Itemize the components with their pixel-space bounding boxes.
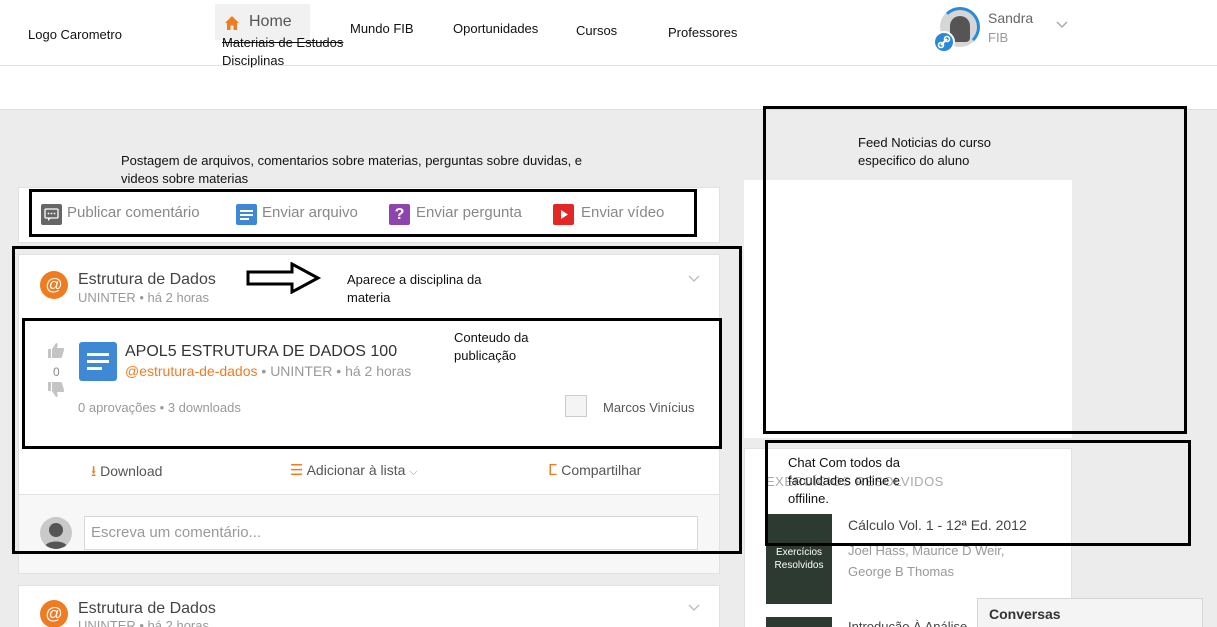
nav-professores[interactable]: Professores (668, 25, 737, 40)
annotation-box-composer (29, 189, 697, 237)
annotation-feed: Feed Noticias do curso especifico do alu… (858, 135, 991, 168)
book-cover-2[interactable] (766, 617, 832, 627)
sub-navigation-bar (0, 66, 1217, 110)
home-icon (225, 16, 239, 30)
book-authors: Joel Hass, Maurice D Weir, George B Thom… (848, 540, 1005, 582)
chat-conversations-label[interactable]: Conversas (989, 606, 1061, 622)
user-name[interactable]: Sandra (988, 10, 1033, 26)
book-authors-line-2: George B Thomas (848, 564, 954, 579)
user-institution: FIB (988, 30, 1009, 45)
annotation-postagem: Postagem de arquivos, comentarios sobre … (121, 153, 583, 186)
at-icon: @ (40, 600, 68, 627)
nav-mundo-fib[interactable]: Mundo FIB (350, 21, 414, 36)
book2-title[interactable]: Introdução À Análise (848, 619, 967, 627)
annotation-box-post (12, 246, 742, 554)
nav-home-label[interactable]: Home (249, 13, 292, 31)
book-cover-text: Exercícios Resolvidos (774, 547, 824, 571)
chevron-down-icon[interactable] (688, 601, 700, 613)
nav-cursos[interactable]: Cursos (576, 23, 617, 38)
nav-oportunidades[interactable]: Oportunidades (453, 21, 538, 36)
post2-discipline-title[interactable]: Estrutura de Dados (78, 600, 216, 618)
annotation-chat: Chat Com todos da faculdades online e of… (788, 455, 901, 506)
link-badge-icon (933, 31, 955, 53)
post2-meta: UNINTER • há 2 horas (78, 618, 209, 627)
logo[interactable]: Logo Carometro (28, 27, 122, 42)
nav-disciplinas[interactable]: Disciplinas (222, 53, 284, 68)
chevron-down-icon[interactable] (1055, 17, 1069, 31)
nav-materiais-estudos[interactable]: Materiais de Estudos (222, 35, 343, 50)
